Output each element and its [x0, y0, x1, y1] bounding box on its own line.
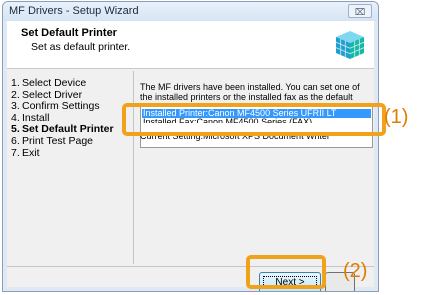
step-number: 6.: [11, 134, 20, 147]
page-subtitle: Set as default printer.: [31, 41, 131, 53]
title-bar: MF Drivers - Setup Wizard ⌧: [3, 2, 378, 21]
callout-label-2: (2): [343, 260, 368, 282]
step-number: 7.: [11, 146, 20, 159]
vertical-divider: [133, 71, 134, 264]
wizard-client-area: Set Default Printer Set as default print…: [7, 21, 374, 291]
close-button[interactable]: ⌧: [348, 4, 372, 18]
callout-label-1: (1): [384, 106, 409, 128]
highlight-box-next-button: [246, 255, 326, 289]
step-number: 1.: [11, 77, 20, 89]
installer-cube-icon: [335, 31, 365, 59]
step-label: Confirm Settings: [22, 100, 100, 113]
step-label: Exit: [22, 146, 40, 159]
highlight-box-list-selection: [122, 103, 386, 136]
step-label: Print Test Page: [22, 134, 94, 147]
window-title: MF Drivers - Setup Wizard: [9, 5, 139, 17]
step-label: Select Device: [22, 77, 87, 89]
wizard-step-7: 7. Exit: [11, 146, 131, 160]
wizard-steps-list: 1. Select Device 2. Select Driver 3. Confirm …: [11, 77, 131, 160]
close-icon: ⌧: [354, 7, 366, 17]
setup-wizard-window: MF Drivers - Setup Wizard ⌧ Set Default …: [2, 1, 379, 292]
step-label: Install: [22, 111, 50, 124]
page-title: Set Default Printer: [21, 27, 117, 39]
step-label: Set Default Printer: [22, 123, 114, 136]
wizard-header: Set Default Printer Set as default print…: [7, 21, 374, 69]
step-label: Select Driver: [22, 88, 83, 101]
